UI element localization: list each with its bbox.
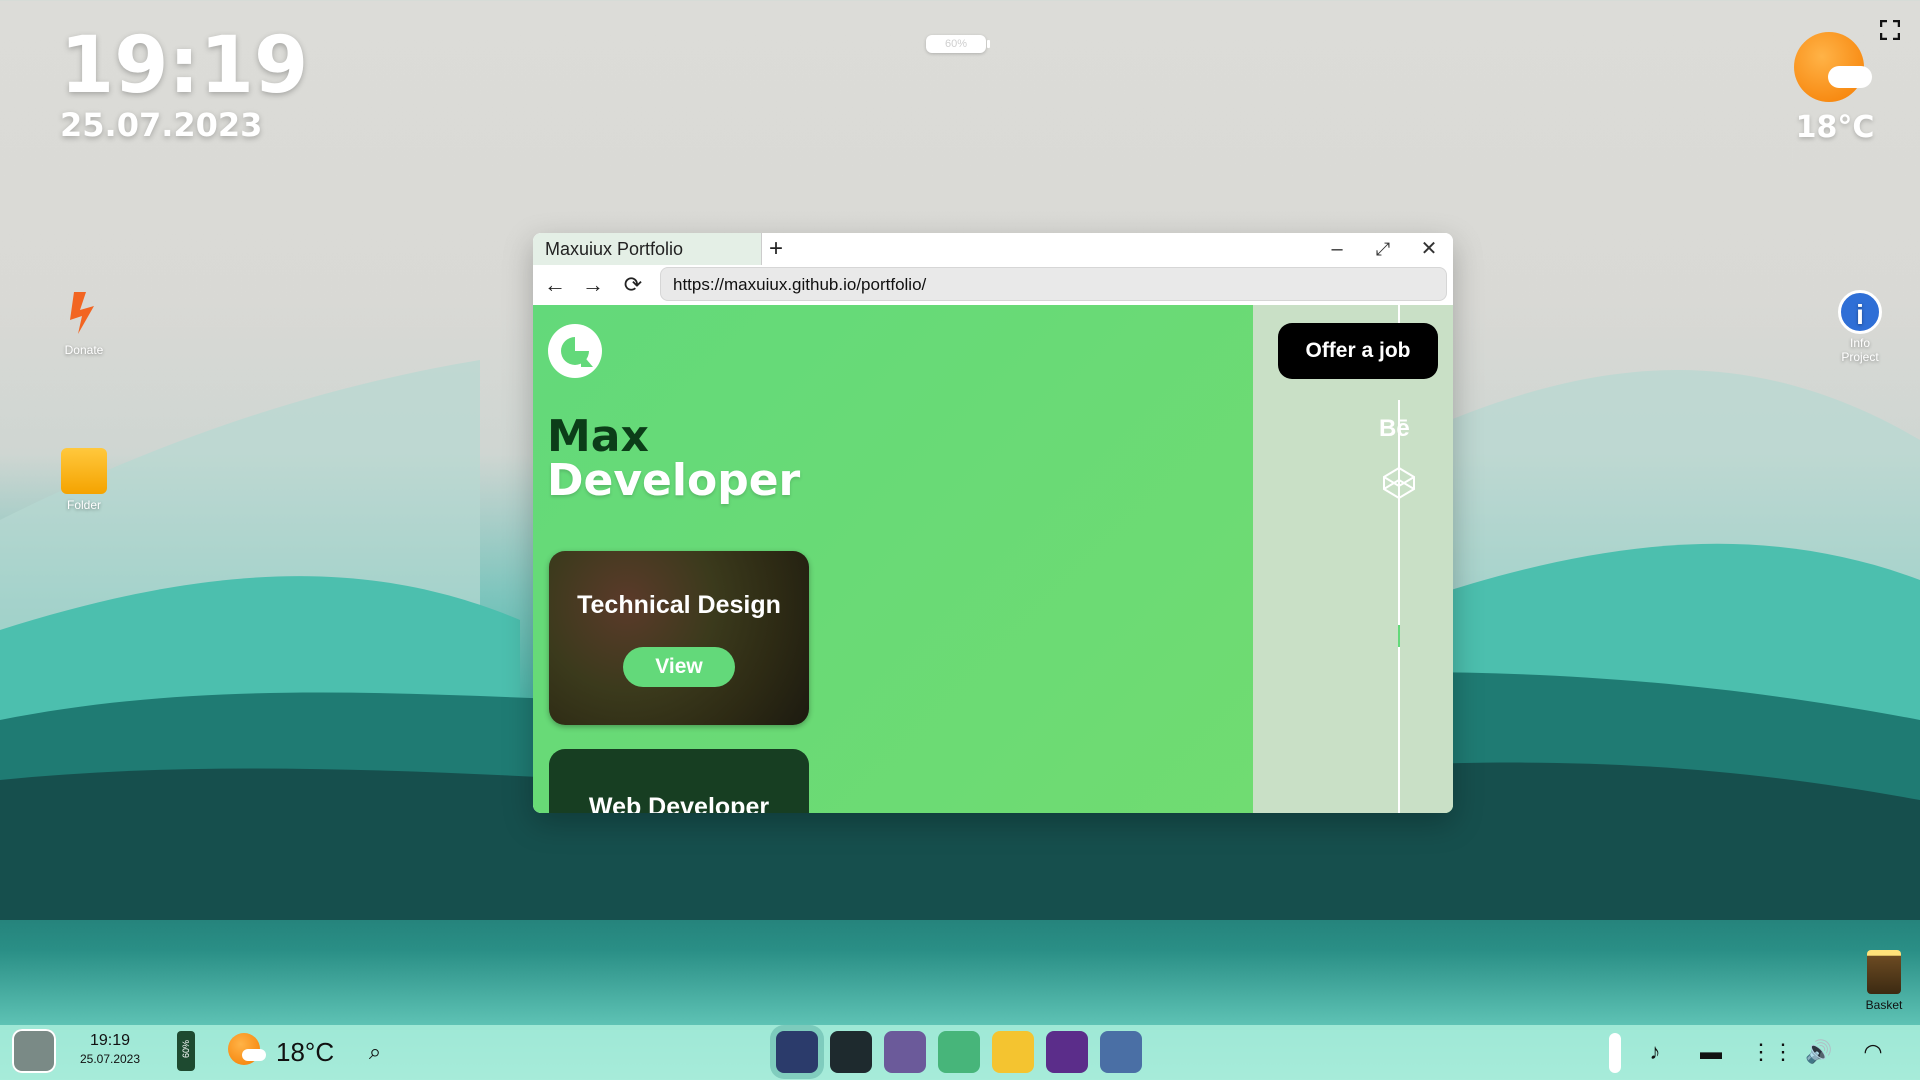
- project-card-web-developer[interactable]: Web Developer: [549, 749, 809, 813]
- donate-icon: [70, 292, 94, 334]
- minimize-button[interactable]: –: [1325, 237, 1349, 261]
- project-card-technical-design[interactable]: Technical Design View: [549, 551, 809, 725]
- tab-bar: Maxuiux Portfolio + – ⤢ ✕: [533, 233, 1453, 265]
- desktop-clock-date: 25.07.2023: [60, 106, 263, 144]
- battery-icon[interactable]: 60%: [177, 1031, 195, 1071]
- sidebar-divider: [1398, 400, 1400, 813]
- settings-icon[interactable]: [1100, 1031, 1142, 1073]
- folder-icon: [61, 448, 107, 494]
- forward-button[interactable]: →: [579, 271, 607, 299]
- browser-window: Maxuiux Portfolio + – ⤢ ✕ ← → ⟳ https://…: [533, 233, 1453, 813]
- desktop-clock-time: 19:19: [60, 21, 309, 111]
- taskbar-date: 25.07.2023: [79, 1052, 141, 1066]
- desktop-clock: 19:19 25.07.2023: [60, 24, 308, 142]
- info-icon: i: [1838, 290, 1882, 334]
- terminal-icon[interactable]: [830, 1031, 872, 1073]
- battery-percent: 60%: [944, 38, 968, 50]
- taskbar-clock[interactable]: 19:19 25.07.2023: [70, 1032, 150, 1066]
- taskbar-battery-text: 60%: [181, 1040, 191, 1059]
- notes-icon[interactable]: [992, 1031, 1034, 1073]
- desktop-icon-label: Basket: [1865, 998, 1903, 1012]
- game-icon[interactable]: [938, 1031, 980, 1073]
- offer-job-button[interactable]: Offer a job: [1278, 323, 1438, 379]
- scroll-indicator: [1398, 625, 1400, 647]
- paint-icon[interactable]: [1046, 1031, 1088, 1073]
- codepen-icon[interactable]: [1381, 465, 1417, 501]
- new-tab-button[interactable]: +: [769, 236, 783, 262]
- fullscreen-icon[interactable]: [1879, 19, 1901, 41]
- close-button[interactable]: ✕: [1417, 237, 1441, 261]
- calculator-icon[interactable]: [884, 1031, 926, 1073]
- search-icon[interactable]: ⌕: [360, 1037, 390, 1067]
- view-button[interactable]: View: [623, 647, 735, 687]
- desktop-weather-temp: 18°C: [1795, 110, 1875, 145]
- desktop-icon-info-project[interactable]: i Info Project: [1820, 290, 1900, 364]
- social-sidebar: [1253, 305, 1453, 813]
- desktop-icon-folder[interactable]: Folder: [44, 448, 124, 512]
- desktop-icon-donate[interactable]: Donate: [44, 290, 124, 357]
- volume-icon[interactable]: 🔊: [1804, 1037, 1834, 1067]
- url-text: https://maxuiux.github.io/portfolio/: [673, 275, 927, 294]
- cloud-icon: [242, 1049, 266, 1061]
- card-title: Web Developer: [588, 793, 770, 813]
- address-bar[interactable]: https://maxuiux.github.io/portfolio/: [660, 267, 1447, 301]
- taskbar-time: 19:19: [89, 1032, 131, 1049]
- back-button[interactable]: ←: [541, 271, 569, 299]
- maximize-button[interactable]: ⤢: [1371, 237, 1395, 261]
- tab-portfolio[interactable]: Maxuiux Portfolio: [533, 233, 762, 265]
- navigation-bar: ← → ⟳ https://maxuiux.github.io/portfoli…: [533, 265, 1453, 305]
- desktop-icon-label: Folder: [66, 498, 101, 512]
- trash-icon: [1867, 950, 1901, 994]
- apps-grid-icon[interactable]: ⋮⋮: [1750, 1037, 1794, 1067]
- hero-title-line2: Developer: [547, 455, 801, 506]
- wifi-icon[interactable]: ◠: [1858, 1037, 1888, 1067]
- hero-title-line1: Max: [547, 411, 649, 462]
- browser-icon[interactable]: [776, 1031, 818, 1073]
- taskbar-weather-temp: 18°C: [276, 1037, 335, 1067]
- battery-indicator: 60%: [926, 35, 990, 53]
- card-title: Technical Design: [577, 591, 781, 619]
- desktop-icon-basket[interactable]: Basket: [1844, 950, 1920, 1012]
- taskbar: 19:19 25.07.2023 60% 18°C ⌕ ♪ ▬ ⋮⋮ 🔊 ◠: [0, 1025, 1920, 1080]
- desktop-icon-label: Info Project: [1841, 336, 1879, 364]
- site-logo[interactable]: [547, 323, 603, 379]
- reload-button[interactable]: ⟳: [619, 271, 647, 299]
- folder-icon[interactable]: ▬: [1696, 1037, 1726, 1067]
- volume-slider-handle[interactable]: [1609, 1033, 1621, 1073]
- start-menu-button[interactable]: [12, 1029, 56, 1073]
- desktop-icon-label: Donate: [64, 343, 104, 357]
- music-icon[interactable]: ♪: [1640, 1037, 1670, 1067]
- cloud-icon: [1828, 66, 1872, 88]
- page-content: Max Developer Offer a job Bē Technical D…: [533, 305, 1453, 813]
- tab-title: Maxuiux Portfolio: [545, 239, 684, 259]
- behance-icon[interactable]: Bē: [1379, 415, 1410, 443]
